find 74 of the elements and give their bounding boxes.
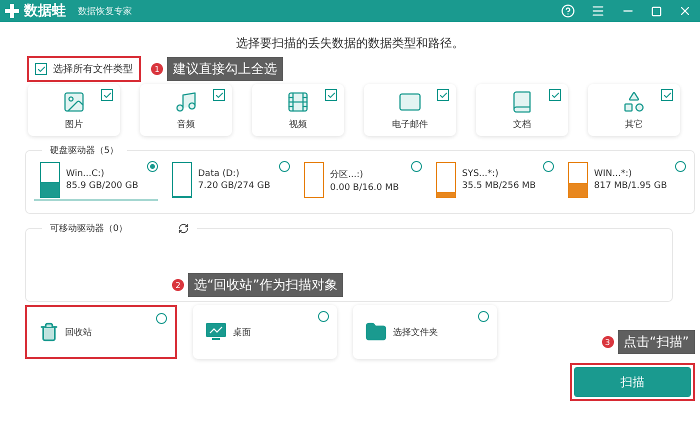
file-type-card[interactable]: 视频 bbox=[252, 84, 344, 136]
radio-button[interactable] bbox=[318, 311, 329, 322]
image-icon bbox=[62, 90, 86, 114]
drive-size: 35.5 MB/256 MB bbox=[462, 181, 536, 191]
file-type-label: 视频 bbox=[289, 118, 307, 130]
file-type-label: 音频 bbox=[177, 118, 195, 130]
checkbox[interactable] bbox=[549, 89, 561, 101]
radio-button[interactable] bbox=[279, 161, 290, 172]
file-type-label: 其它 bbox=[625, 118, 643, 130]
location-card[interactable]: 回收站 bbox=[25, 305, 177, 359]
maximize-icon[interactable] bbox=[651, 6, 662, 16]
file-type-card[interactable]: 文档 bbox=[476, 84, 568, 136]
file-type-card[interactable]: 音频 bbox=[140, 84, 232, 136]
callout-tooltip: 点击“扫描” bbox=[618, 330, 695, 354]
step-badge: 1 bbox=[151, 63, 163, 75]
select-all-checkbox[interactable]: 选择所有文件类型 bbox=[27, 56, 141, 82]
file-type-label: 文档 bbox=[513, 118, 531, 130]
file-type-card[interactable]: 电子邮件 bbox=[364, 84, 456, 136]
callout-tooltip: 选“回收站”作为扫描对象 bbox=[188, 273, 344, 297]
drive-name: 分区...:) bbox=[330, 168, 364, 180]
drive-item[interactable]: SYS...*:) 35.5 MB/256 MB bbox=[430, 161, 554, 201]
close-icon[interactable] bbox=[678, 4, 692, 18]
file-type-card[interactable]: 图片 bbox=[28, 84, 120, 136]
checkbox[interactable] bbox=[325, 89, 337, 101]
drive-item[interactable]: WIN...*:) 817 MB/1.95 GB bbox=[562, 161, 686, 201]
instruction-text: 选择要扫描的丢失数据的数据类型和路径。 bbox=[235, 35, 465, 52]
drive-item[interactable]: Data (D:) 7.20 GB/274 GB bbox=[166, 161, 290, 201]
radio-button[interactable] bbox=[543, 161, 554, 172]
checkbox[interactable] bbox=[661, 89, 673, 101]
select-all-label: 选择所有文件类型 bbox=[53, 62, 133, 76]
app-subtitle: 数据恢复专家 bbox=[78, 6, 132, 18]
shapes-icon bbox=[622, 90, 646, 114]
drive-name: Win...C:) bbox=[66, 169, 106, 179]
drive-name: SYS...*:) bbox=[462, 169, 500, 179]
checkbox[interactable] bbox=[213, 89, 225, 101]
drive-size: 7.20 GB/274 GB bbox=[198, 181, 270, 191]
checkbox[interactable] bbox=[101, 89, 113, 101]
location-label: 选择文件夹 bbox=[393, 326, 438, 338]
drive-size: 85.9 GB/200 GB bbox=[66, 181, 138, 191]
radio-button[interactable] bbox=[156, 313, 167, 324]
trash-icon bbox=[39, 322, 59, 342]
file-type-card[interactable]: 其它 bbox=[588, 84, 680, 136]
help-icon[interactable] bbox=[561, 4, 575, 18]
drive-name: WIN...*:) bbox=[594, 169, 633, 179]
drive-size: 0.00 B/16.0 MB bbox=[330, 182, 399, 192]
step-badge: 3 bbox=[602, 336, 614, 348]
logo-icon bbox=[4, 3, 20, 19]
film-icon bbox=[286, 90, 310, 114]
radio-button[interactable] bbox=[411, 161, 422, 172]
app-name: 数据蛙 bbox=[24, 2, 66, 20]
radio-button[interactable] bbox=[147, 161, 158, 172]
location-label: 回收站 bbox=[65, 326, 92, 338]
menu-icon[interactable] bbox=[591, 4, 605, 18]
radio-button[interactable] bbox=[675, 161, 686, 172]
checkbox[interactable] bbox=[437, 89, 449, 101]
file-type-label: 图片 bbox=[65, 118, 83, 130]
location-card[interactable]: 桌面 bbox=[193, 305, 337, 359]
drive-item[interactable]: Win...C:) 85.9 GB/200 GB bbox=[34, 161, 158, 201]
step-badge: 2 bbox=[172, 279, 184, 291]
drive-name: Data (D:) bbox=[198, 169, 240, 179]
drive-item[interactable]: 分区...:) 0.00 B/16.0 MB bbox=[298, 161, 422, 201]
drive-size: 817 MB/1.95 GB bbox=[594, 181, 668, 191]
radio-button[interactable] bbox=[478, 311, 489, 322]
checkbox[interactable] bbox=[35, 63, 47, 75]
location-card[interactable]: 选择文件夹 bbox=[353, 305, 497, 359]
folder-icon bbox=[365, 321, 387, 343]
callout-tooltip: 建议直接勾上全选 bbox=[167, 57, 283, 81]
file-type-label: 电子邮件 bbox=[392, 118, 428, 130]
location-label: 桌面 bbox=[233, 326, 251, 338]
monitor-icon bbox=[205, 322, 227, 342]
group-title: 硬盘驱动器（5） bbox=[50, 144, 119, 157]
music-icon bbox=[174, 90, 198, 114]
refresh-icon[interactable] bbox=[178, 223, 189, 234]
group-title: 可移动驱动器（0） bbox=[50, 222, 128, 235]
